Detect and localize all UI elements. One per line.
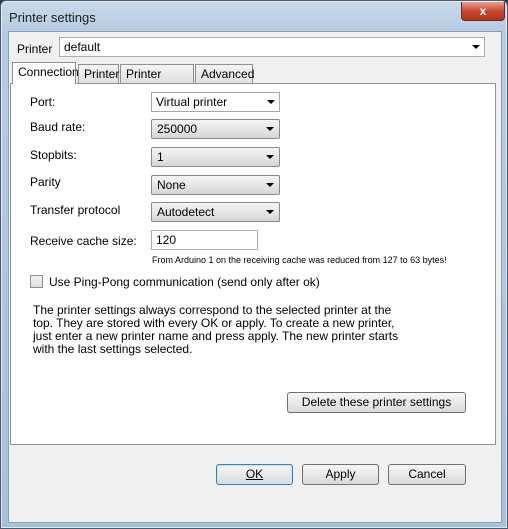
baud-rate-select[interactable]: 250000 xyxy=(151,119,280,139)
stopbits-label: Stopbits: xyxy=(30,148,77,162)
tab-connection[interactable]: Connection xyxy=(12,62,79,84)
tab-printer[interactable]: Printer xyxy=(78,64,119,83)
description-text: The printer settings always correspond t… xyxy=(33,303,399,356)
chevron-down-icon xyxy=(266,210,274,214)
transfer-protocol-value: Autodetect xyxy=(157,205,215,219)
cancel-button[interactable]: Cancel xyxy=(388,464,466,485)
baud-rate-label: Baud rate: xyxy=(30,120,86,134)
ok-button[interactable]: OK xyxy=(216,464,293,485)
ping-pong-label: Use Ping-Pong communication (send only a… xyxy=(49,275,320,289)
tab-advanced[interactable]: Advanced xyxy=(195,64,254,83)
stopbits-value: 1 xyxy=(157,150,164,164)
tab-printer-shape[interactable]: Printer shape xyxy=(120,64,194,95)
chevron-down-icon xyxy=(266,155,274,159)
printer-select[interactable]: default xyxy=(59,37,485,57)
port-select-value: Virtual printer xyxy=(156,95,228,109)
parity-select[interactable]: None xyxy=(151,175,280,195)
parity-label: Parity xyxy=(30,175,61,189)
printer-select-value: default xyxy=(64,40,101,54)
baud-rate-value: 250000 xyxy=(157,122,198,136)
apply-button[interactable]: Apply xyxy=(302,464,379,485)
transfer-protocol-label: Transfer protocol xyxy=(30,203,121,217)
receive-cache-input[interactable]: 120 xyxy=(151,230,258,250)
parity-value: None xyxy=(157,178,186,192)
chevron-down-icon xyxy=(267,100,275,104)
transfer-protocol-select[interactable]: Autodetect xyxy=(151,202,280,222)
port-select[interactable]: Virtual printer xyxy=(151,92,280,112)
cache-note: From Arduino 1 on the receiving cache wa… xyxy=(152,255,447,265)
chevron-down-icon xyxy=(266,127,274,131)
close-button[interactable]: x xyxy=(461,2,505,21)
printer-label: Printer xyxy=(17,42,53,56)
port-label: Port: xyxy=(30,95,56,109)
receive-cache-label: Receive cache size: xyxy=(30,234,137,248)
window-title: Printer settings xyxy=(9,10,96,25)
ping-pong-checkbox[interactable] xyxy=(30,275,43,288)
chevron-down-icon xyxy=(472,45,480,49)
chevron-down-icon xyxy=(266,183,274,187)
delete-printer-settings-button[interactable]: Delete these printer settings xyxy=(287,392,466,413)
ok-button-label: OK xyxy=(245,467,264,481)
stopbits-select[interactable]: 1 xyxy=(151,147,280,167)
